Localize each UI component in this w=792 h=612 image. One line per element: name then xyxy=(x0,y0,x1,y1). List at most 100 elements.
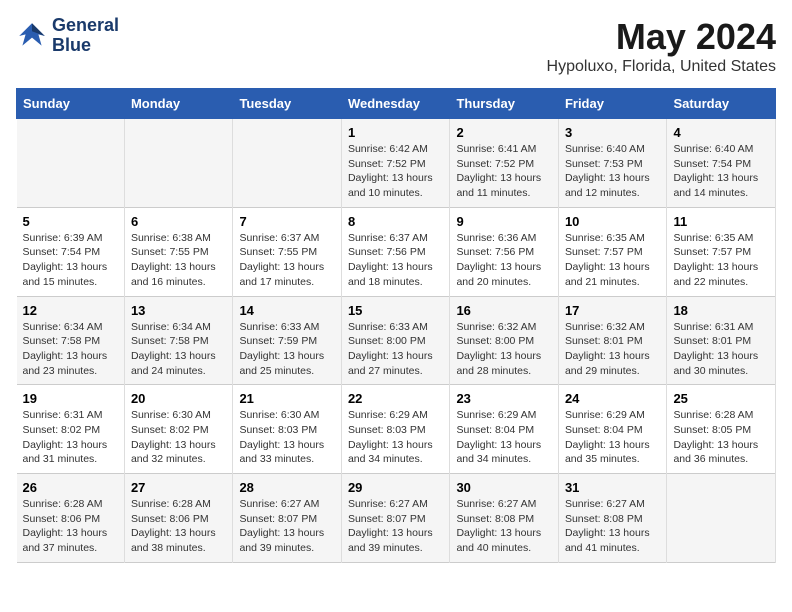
day-number: 10 xyxy=(565,214,661,229)
day-number: 6 xyxy=(131,214,227,229)
page-title: May 2024 xyxy=(547,16,776,58)
calendar-cell: 29 Sunrise: 6:27 AM Sunset: 8:07 PM Dayli… xyxy=(341,474,450,563)
day-info: Sunrise: 6:28 AM Sunset: 8:06 PM Dayligh… xyxy=(23,497,118,556)
calendar-cell: 8 Sunrise: 6:37 AM Sunset: 7:56 PM Daylig… xyxy=(341,207,450,296)
day-info: Sunrise: 6:31 AM Sunset: 8:01 PM Dayligh… xyxy=(673,320,769,379)
calendar-cell: 17 Sunrise: 6:32 AM Sunset: 8:01 PM Dayli… xyxy=(558,296,667,385)
day-number: 21 xyxy=(239,391,335,406)
day-info: Sunrise: 6:31 AM Sunset: 8:02 PM Dayligh… xyxy=(23,408,118,467)
calendar-cell: 2 Sunrise: 6:41 AM Sunset: 7:52 PM Daylig… xyxy=(450,119,559,208)
calendar-cell: 18 Sunrise: 6:31 AM Sunset: 8:01 PM Dayli… xyxy=(667,296,776,385)
calendar-cell: 14 Sunrise: 6:33 AM Sunset: 7:59 PM Dayli… xyxy=(233,296,342,385)
calendar-cell: 3 Sunrise: 6:40 AM Sunset: 7:53 PM Daylig… xyxy=(558,119,667,208)
day-info: Sunrise: 6:36 AM Sunset: 7:56 PM Dayligh… xyxy=(456,231,552,290)
page-subtitle: Hypoluxo, Florida, United States xyxy=(547,58,776,76)
calendar-cell: 10Sunrise: 6:35 AM Sunset: 7:57 PM Dayli… xyxy=(558,207,667,296)
day-number: 31 xyxy=(565,480,661,495)
calendar-cell xyxy=(233,119,342,208)
weekday-header-row: SundayMondayTuesdayWednesdayThursdayFrid… xyxy=(17,89,776,119)
title-area: May 2024 Hypoluxo, Florida, United State… xyxy=(547,16,776,76)
calendar-cell: 1Sunrise: 6:42 AM Sunset: 7:52 PM Daylig… xyxy=(341,119,450,208)
day-info: Sunrise: 6:37 AM Sunset: 7:55 PM Dayligh… xyxy=(239,231,335,290)
day-info: Sunrise: 6:27 AM Sunset: 8:08 PM Dayligh… xyxy=(565,497,661,556)
calendar-cell xyxy=(17,119,125,208)
day-info: Sunrise: 6:40 AM Sunset: 7:54 PM Dayligh… xyxy=(673,142,769,201)
calendar-cell: 21Sunrise: 6:30 AM Sunset: 8:03 PM Dayli… xyxy=(233,385,342,474)
day-number: 30 xyxy=(456,480,552,495)
day-number: 19 xyxy=(23,391,118,406)
day-number: 17 xyxy=(565,303,661,318)
calendar-cell: 9 Sunrise: 6:36 AM Sunset: 7:56 PM Daylig… xyxy=(450,207,559,296)
day-number: 7 xyxy=(239,214,335,229)
calendar-cell: 30 Sunrise: 6:27 AM Sunset: 8:08 PM Dayli… xyxy=(450,474,559,563)
calendar-cell: 12Sunrise: 6:34 AM Sunset: 7:58 PM Dayli… xyxy=(17,296,125,385)
day-info: Sunrise: 6:27 AM Sunset: 8:07 PM Dayligh… xyxy=(348,497,444,556)
weekday-header-sunday: Sunday xyxy=(17,89,125,119)
day-info: Sunrise: 6:32 AM Sunset: 8:00 PM Dayligh… xyxy=(456,320,552,379)
calendar-cell: 7 Sunrise: 6:37 AM Sunset: 7:55 PM Daylig… xyxy=(233,207,342,296)
day-info: Sunrise: 6:35 AM Sunset: 7:57 PM Dayligh… xyxy=(673,231,769,290)
day-info: Sunrise: 6:30 AM Sunset: 8:02 PM Dayligh… xyxy=(131,408,227,467)
calendar-week-row: 1Sunrise: 6:42 AM Sunset: 7:52 PM Daylig… xyxy=(17,119,776,208)
calendar-cell: 26 Sunrise: 6:28 AM Sunset: 8:06 PM Dayli… xyxy=(17,474,125,563)
weekday-header-saturday: Saturday xyxy=(667,89,776,119)
day-info: Sunrise: 6:41 AM Sunset: 7:52 PM Dayligh… xyxy=(456,142,552,201)
calendar-cell: 28 Sunrise: 6:27 AM Sunset: 8:07 PM Dayli… xyxy=(233,474,342,563)
calendar-week-row: 12Sunrise: 6:34 AM Sunset: 7:58 PM Dayli… xyxy=(17,296,776,385)
day-number: 2 xyxy=(456,125,552,140)
day-number: 29 xyxy=(348,480,444,495)
calendar-cell: 16 Sunrise: 6:32 AM Sunset: 8:00 PM Dayli… xyxy=(450,296,559,385)
day-number: 27 xyxy=(131,480,227,495)
day-info: Sunrise: 6:34 AM Sunset: 7:58 PM Dayligh… xyxy=(131,320,227,379)
calendar-cell: 22 Sunrise: 6:29 AM Sunset: 8:03 PM Dayli… xyxy=(341,385,450,474)
calendar-cell: 31 Sunrise: 6:27 AM Sunset: 8:08 PM Dayli… xyxy=(558,474,667,563)
day-info: Sunrise: 6:29 AM Sunset: 8:04 PM Dayligh… xyxy=(565,408,661,467)
day-number: 20 xyxy=(131,391,227,406)
calendar-cell: 20 Sunrise: 6:30 AM Sunset: 8:02 PM Dayli… xyxy=(124,385,233,474)
day-info: Sunrise: 6:27 AM Sunset: 8:08 PM Dayligh… xyxy=(456,497,552,556)
day-number: 18 xyxy=(673,303,769,318)
day-number: 28 xyxy=(239,480,335,495)
calendar-cell: 24Sunrise: 6:29 AM Sunset: 8:04 PM Dayli… xyxy=(558,385,667,474)
day-info: Sunrise: 6:29 AM Sunset: 8:03 PM Dayligh… xyxy=(348,408,444,467)
logo-text: General Blue xyxy=(52,16,119,56)
calendar-cell: 19 Sunrise: 6:31 AM Sunset: 8:02 PM Dayli… xyxy=(17,385,125,474)
day-number: 25 xyxy=(673,391,769,406)
day-number: 26 xyxy=(23,480,118,495)
day-number: 15 xyxy=(348,303,444,318)
calendar-week-row: 5Sunrise: 6:39 AM Sunset: 7:54 PM Daylig… xyxy=(17,207,776,296)
day-info: Sunrise: 6:42 AM Sunset: 7:52 PM Dayligh… xyxy=(348,142,444,201)
weekday-header-tuesday: Tuesday xyxy=(233,89,342,119)
calendar-cell: 11Sunrise: 6:35 AM Sunset: 7:57 PM Dayli… xyxy=(667,207,776,296)
calendar-table: SundayMondayTuesdayWednesdayThursdayFrid… xyxy=(16,88,776,563)
day-number: 3 xyxy=(565,125,661,140)
day-info: Sunrise: 6:28 AM Sunset: 8:05 PM Dayligh… xyxy=(673,408,769,467)
calendar-cell: 4 Sunrise: 6:40 AM Sunset: 7:54 PM Daylig… xyxy=(667,119,776,208)
day-number: 4 xyxy=(673,125,769,140)
calendar-week-row: 19 Sunrise: 6:31 AM Sunset: 8:02 PM Dayli… xyxy=(17,385,776,474)
day-info: Sunrise: 6:40 AM Sunset: 7:53 PM Dayligh… xyxy=(565,142,661,201)
calendar-week-row: 26 Sunrise: 6:28 AM Sunset: 8:06 PM Dayli… xyxy=(17,474,776,563)
day-number: 16 xyxy=(456,303,552,318)
day-info: Sunrise: 6:29 AM Sunset: 8:04 PM Dayligh… xyxy=(456,408,552,467)
weekday-header-friday: Friday xyxy=(558,89,667,119)
weekday-header-monday: Monday xyxy=(124,89,233,119)
calendar-cell: 27Sunrise: 6:28 AM Sunset: 8:06 PM Dayli… xyxy=(124,474,233,563)
calendar-cell: 5Sunrise: 6:39 AM Sunset: 7:54 PM Daylig… xyxy=(17,207,125,296)
calendar-cell xyxy=(667,474,776,563)
day-info: Sunrise: 6:27 AM Sunset: 8:07 PM Dayligh… xyxy=(239,497,335,556)
calendar-cell: 25 Sunrise: 6:28 AM Sunset: 8:05 PM Dayli… xyxy=(667,385,776,474)
day-info: Sunrise: 6:33 AM Sunset: 8:00 PM Dayligh… xyxy=(348,320,444,379)
day-number: 8 xyxy=(348,214,444,229)
day-info: Sunrise: 6:32 AM Sunset: 8:01 PM Dayligh… xyxy=(565,320,661,379)
day-number: 9 xyxy=(456,214,552,229)
day-info: Sunrise: 6:33 AM Sunset: 7:59 PM Dayligh… xyxy=(239,320,335,379)
day-info: Sunrise: 6:37 AM Sunset: 7:56 PM Dayligh… xyxy=(348,231,444,290)
day-info: Sunrise: 6:34 AM Sunset: 7:58 PM Dayligh… xyxy=(23,320,118,379)
logo-icon xyxy=(16,20,48,52)
calendar-cell: 23 Sunrise: 6:29 AM Sunset: 8:04 PM Dayli… xyxy=(450,385,559,474)
day-number: 14 xyxy=(239,303,335,318)
day-info: Sunrise: 6:39 AM Sunset: 7:54 PM Dayligh… xyxy=(23,231,118,290)
day-number: 23 xyxy=(456,391,552,406)
day-number: 22 xyxy=(348,391,444,406)
